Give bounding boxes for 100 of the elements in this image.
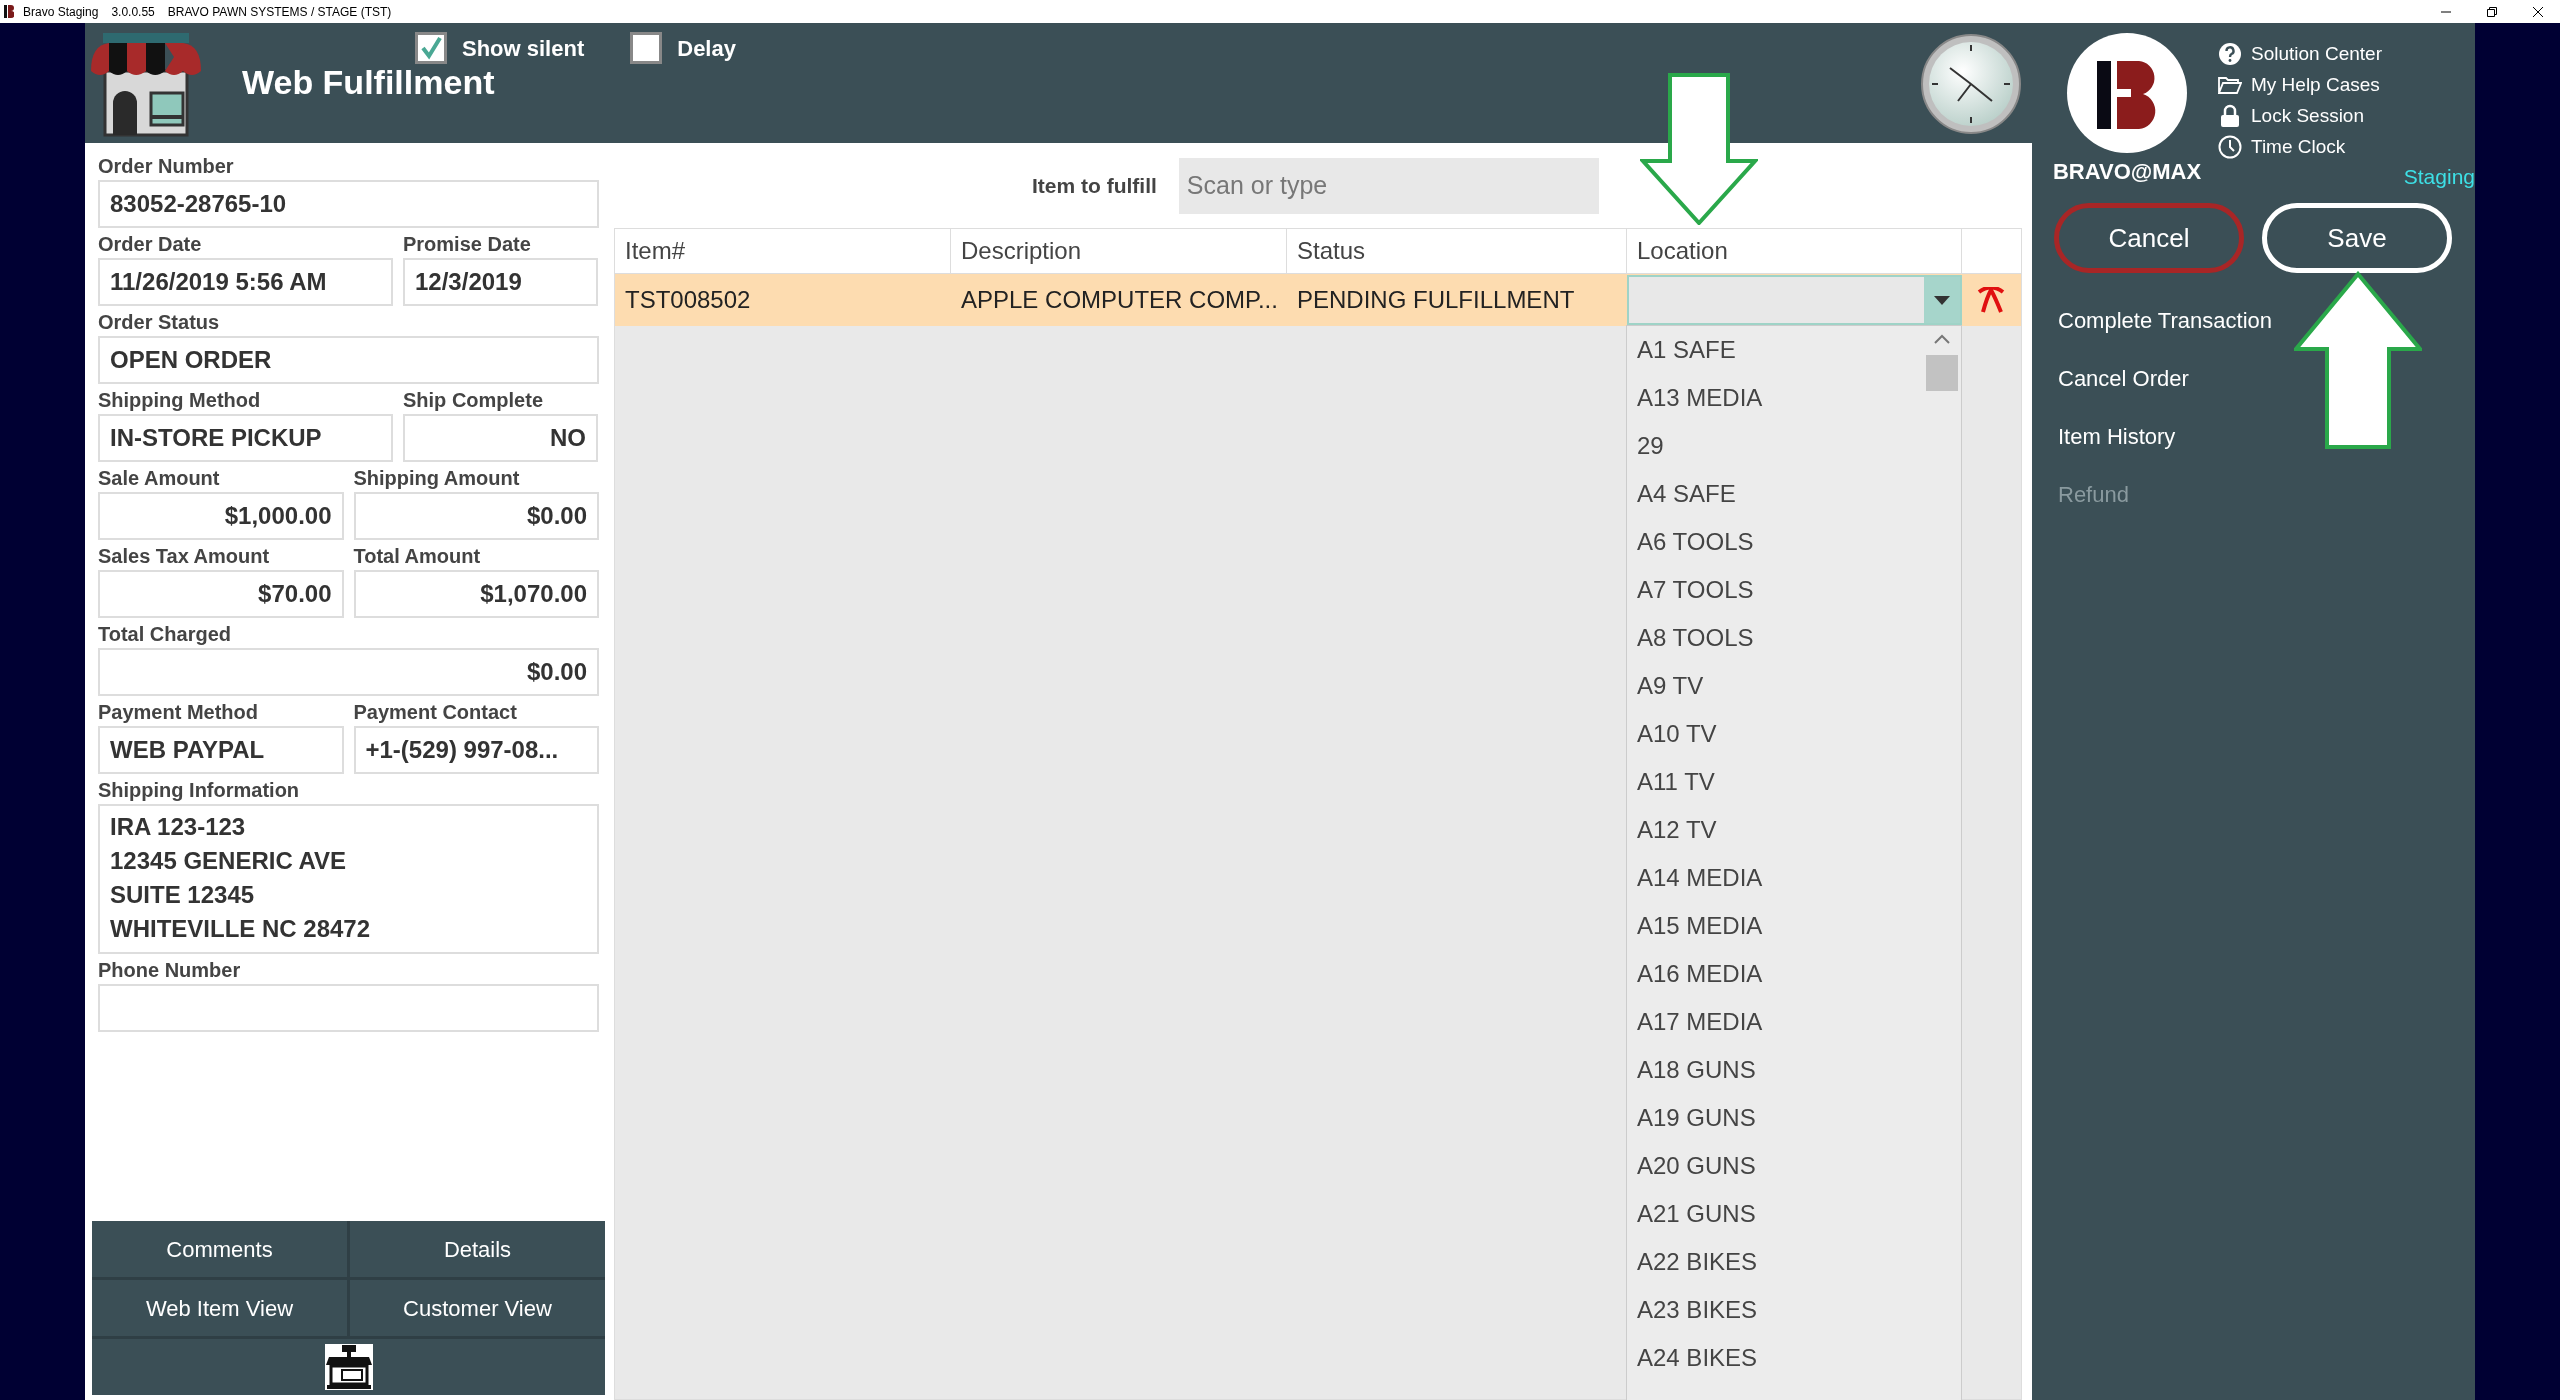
clock-icon (2218, 135, 2242, 159)
field-label: Promise Date (403, 232, 532, 257)
field-label: Order Number (98, 154, 235, 179)
text-field[interactable]: $1,070.00 (353, 570, 599, 618)
field-label: Payment Contact (353, 700, 518, 725)
app-logo-icon (4, 5, 14, 18)
text-field[interactable]: $1,000.00 (98, 492, 344, 540)
dropdown-option[interactable]: A15 MEDIA (1627, 902, 1923, 950)
column-header[interactable]: Status (1287, 229, 1627, 273)
dropdown-option[interactable]: A21 GUNS (1627, 1190, 1923, 1238)
field-label: Shipping Method (98, 388, 262, 413)
save-button[interactable]: Save (2262, 203, 2452, 273)
brand-name: BRAVO@MAX (2052, 161, 2202, 183)
checkbox[interactable] (630, 32, 663, 64)
item-to-fulfill-label: Item to fulfill (1032, 172, 1157, 199)
panel-button[interactable]: Details (350, 1221, 605, 1277)
field-label: Total Amount (353, 544, 482, 569)
dropdown-option[interactable]: A16 MEDIA (1627, 950, 1923, 998)
lock-icon (2218, 104, 2242, 128)
field-label: Order Status (98, 310, 221, 335)
action-link[interactable]: Item History (2058, 407, 2475, 465)
dropdown-option[interactable]: A11 TV (1627, 758, 1923, 806)
help-link[interactable]: Time Clock (2251, 132, 2346, 162)
text-field[interactable]: NO (403, 414, 598, 462)
field-label: Total Charged (98, 622, 232, 647)
checkbox-label: Delay (677, 34, 736, 63)
column-header[interactable]: Description (951, 229, 1287, 273)
up-arrow-icon (2294, 271, 2422, 451)
scroll-up-icon[interactable] (1934, 334, 1950, 344)
dropdown-option[interactable]: A13 MEDIA (1627, 374, 1923, 422)
wall-clock-icon (1920, 33, 2022, 135)
restore-icon[interactable] (2486, 5, 2498, 18)
help-link[interactable]: Lock Session (2251, 101, 2364, 131)
brand-logo-icon (2067, 33, 2187, 153)
text-field[interactable]: 83052-28765-10 (98, 180, 599, 228)
text-field[interactable] (98, 984, 599, 1032)
text-field[interactable]: 12/3/2019 (403, 258, 598, 306)
dropdown-option[interactable]: A7 TOOLS (1627, 566, 1923, 614)
dropdown-option[interactable]: A18 GUNS (1627, 1046, 1923, 1094)
storefront-icon (91, 31, 201, 137)
dropdown-option[interactable]: A8 TOOLS (1627, 614, 1923, 662)
environment-label: Staging (2403, 164, 2475, 187)
app-name: Bravo Staging (23, 3, 99, 21)
field-label: Sales Tax Amount (98, 544, 271, 569)
dropdown-option[interactable]: A20 GUNS (1627, 1142, 1923, 1190)
shop-button[interactable] (92, 1339, 605, 1395)
system-name: BRAVO PAWN SYSTEMS / STAGE (TST) (167, 3, 392, 21)
action-link[interactable]: Complete Transaction (2058, 291, 2475, 349)
text-field[interactable]: $0.00 (353, 492, 599, 540)
delete-icon[interactable] (1977, 287, 2005, 313)
action-link[interactable]: Cancel Order (2058, 349, 2475, 407)
close-icon[interactable] (2532, 5, 2544, 18)
table-cell-text: TST008502 (624, 285, 752, 315)
dropdown-option[interactable]: 29 (1627, 422, 1923, 470)
dropdown-option[interactable]: A14 MEDIA (1627, 854, 1923, 902)
text-field[interactable]: IRA 123-123 12345 GENERIC AVE SUITE 12345 WHITEVILLE NC 28472 (98, 804, 599, 954)
panel-button[interactable]: Comments (92, 1221, 347, 1277)
app-version: 3.0.0.55 (111, 3, 155, 21)
dropdown-option[interactable]: A9 TV (1627, 662, 1923, 710)
dropdown-option[interactable]: A17 MEDIA (1627, 998, 1923, 1046)
field-label: Phone Number (98, 958, 242, 983)
text-field[interactable]: +1-(529) 997-08... (353, 726, 599, 774)
column-header[interactable]: Item# (615, 229, 951, 273)
dropdown-option[interactable]: A4 SAFE (1627, 470, 1923, 518)
panel-button[interactable]: Customer View (350, 1280, 605, 1336)
dropdown-option[interactable]: A10 TV (1627, 710, 1923, 758)
dropdown-option[interactable]: A24 BIKES (1627, 1334, 1923, 1382)
text-field[interactable]: WEB PAYPAL (98, 726, 344, 774)
text-field[interactable]: 11/26/2019 5:56 AM (98, 258, 393, 306)
column-header[interactable]: Location (1627, 229, 1962, 273)
text-field[interactable]: IN-STORE PICKUP (98, 414, 393, 462)
field-label: Shipping Information (98, 778, 301, 803)
scan-input-field[interactable]: Scan or type (1178, 157, 1599, 214)
cancel-button[interactable]: Cancel (2054, 203, 2244, 273)
text-field[interactable]: $0.00 (98, 648, 599, 696)
checkbox-label: Show silent (462, 34, 585, 63)
help-icon (2218, 42, 2242, 66)
dropdown-option[interactable]: A23 BIKES (1627, 1286, 1923, 1334)
table-row[interactable]: TST008502 APPLE COMPUTER COMP... PENDING FULFILLMENT (615, 274, 2021, 326)
field-label: Ship Complete (403, 388, 544, 413)
page-title: Web Fulfillment (242, 65, 496, 99)
field-label: Payment Method (98, 700, 260, 725)
help-link[interactable]: My Help Cases (2251, 70, 2380, 100)
help-link[interactable]: Solution Center (2251, 39, 2382, 69)
text-field[interactable]: $70.00 (98, 570, 344, 618)
dropdown-option[interactable]: A12 TV (1627, 806, 1923, 854)
shop-icon (324, 1344, 373, 1390)
checkbox[interactable] (415, 32, 447, 64)
panel-button[interactable]: Web Item View (92, 1280, 347, 1336)
field-label: Sale Amount (98, 466, 221, 491)
dropdown-caret-icon (1934, 295, 1950, 305)
text-field[interactable]: OPEN ORDER (98, 336, 599, 384)
dropdown-option[interactable]: A6 TOOLS (1627, 518, 1923, 566)
field-label: Shipping Amount (353, 466, 521, 491)
table-cell-text: APPLE COMPUTER COMP... (960, 285, 1279, 315)
table-cell-text: PENDING FULFILLMENT (1296, 285, 1576, 315)
dropdown-option[interactable]: A1 SAFE (1627, 326, 1923, 374)
dropdown-option[interactable]: A19 GUNS (1627, 1094, 1923, 1142)
dropdown-option[interactable]: A22 BIKES (1627, 1238, 1923, 1286)
scrollbar-thumb[interactable] (1926, 355, 1958, 391)
